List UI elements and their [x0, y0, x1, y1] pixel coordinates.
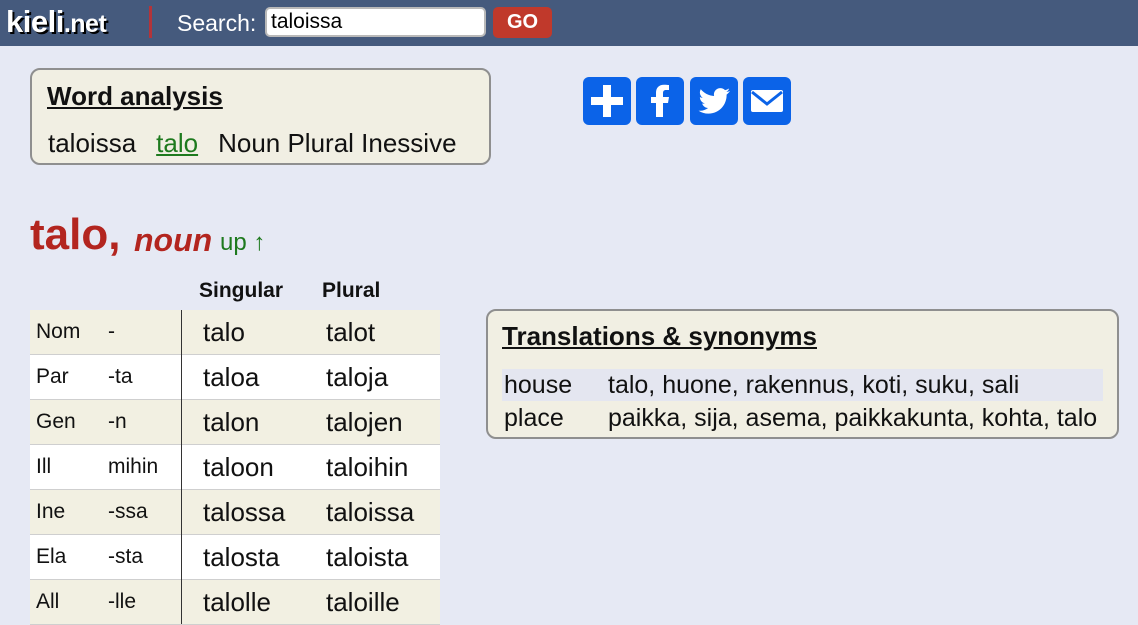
share-plus-button[interactable]	[583, 77, 631, 125]
plural-form: taloja	[326, 362, 389, 392]
part-of-speech: noun	[134, 222, 213, 258]
column-header-plural: Plural	[322, 279, 381, 302]
translation-row: place paikka, sija, asema, paikkakunta, …	[502, 402, 1103, 434]
case-ending: mihin	[108, 455, 159, 478]
go-button[interactable]: GO	[493, 7, 552, 38]
analysis-tags: Noun Plural Inessive	[218, 128, 457, 158]
analysis-word: taloissa	[48, 128, 137, 158]
share-email-button[interactable]	[743, 77, 791, 125]
table-row: Gen -n talon talojen	[30, 400, 440, 445]
singular-form: taloa	[203, 362, 260, 392]
plural-form: taloista	[326, 542, 409, 572]
logo-tld: .net	[63, 10, 107, 38]
email-icon	[751, 90, 783, 112]
plus-icon	[591, 85, 623, 117]
twitter-icon	[698, 88, 730, 114]
case-ending: -n	[108, 410, 127, 433]
case-name: Gen	[36, 410, 76, 433]
singular-form: talossa	[203, 497, 286, 527]
singular-form: talon	[203, 407, 260, 437]
case-ending: -lle	[108, 590, 137, 613]
plural-form: talojen	[326, 407, 403, 437]
table-row: Ine -ssa talossa taloissa	[30, 490, 440, 535]
search-label: Search:	[177, 10, 257, 36]
translation-synonyms: talo, huone, rakennus, koti, suku, sali	[608, 371, 1020, 399]
case-name: Ill	[36, 455, 52, 478]
up-link[interactable]: up ↑	[220, 229, 265, 257]
search-input[interactable]	[265, 7, 486, 37]
table-row: Ill mihin taloon taloihin	[30, 445, 440, 490]
singular-form: taloon	[203, 452, 274, 482]
word-analysis-title: Word analysis	[47, 81, 223, 111]
table-row: Nom - talo talot	[30, 310, 440, 355]
facebook-icon	[651, 84, 669, 117]
word-analysis-box: Word analysis taloissa talo Noun Plural In…	[30, 68, 491, 165]
translations-title: Translations & synonyms	[502, 321, 817, 351]
case-name: Nom	[36, 320, 81, 343]
plural-form: taloille	[326, 587, 400, 617]
case-ending: -sta	[108, 545, 144, 568]
translation-row: house talo, huone, rakennus, koti, suku,…	[502, 369, 1103, 401]
share-facebook-button[interactable]	[636, 77, 684, 125]
logo-main: kieli	[6, 4, 64, 39]
case-name: All	[36, 590, 60, 613]
plural-form: talot	[326, 317, 376, 347]
case-ending: -ssa	[108, 500, 148, 523]
case-name: Par	[36, 365, 69, 388]
case-name: Ela	[36, 545, 67, 568]
table-row: Ela -sta talosta taloista	[30, 535, 440, 580]
analysis-row: taloissa talo Noun Plural Inessive	[48, 128, 477, 159]
translations-box: Translations & synonyms house talo, huon…	[486, 309, 1119, 439]
translation-english: house	[504, 371, 573, 399]
singular-form: talo	[203, 317, 245, 347]
plural-form: taloissa	[326, 497, 415, 527]
case-ending: -ta	[108, 365, 133, 388]
translation-synonyms: paikka, sija, asema, paikkakunta, kohta,…	[608, 404, 1098, 432]
headword: talo,	[30, 210, 121, 259]
table-row: Par -ta taloa taloja	[30, 355, 440, 400]
case-name: Ine	[36, 500, 66, 523]
singular-form: talolle	[203, 587, 271, 617]
plural-form: taloihin	[326, 452, 409, 482]
top-bar: kieli.net Search: GO	[0, 0, 1138, 46]
translation-english: place	[504, 404, 564, 432]
site-logo[interactable]: kieli.net	[6, 4, 107, 40]
inflection-table: Nom - talo talot Par -ta taloa taloja Ge…	[30, 310, 440, 625]
table-row: All -lle talolle taloille	[30, 580, 440, 625]
logo-divider	[149, 6, 152, 38]
table-column-divider	[181, 310, 182, 624]
column-header-singular: Singular	[199, 279, 284, 302]
share-twitter-button[interactable]	[690, 77, 738, 125]
singular-form: talosta	[203, 542, 280, 572]
analysis-lemma-link[interactable]: talo	[156, 128, 198, 158]
case-ending: -	[108, 320, 115, 343]
